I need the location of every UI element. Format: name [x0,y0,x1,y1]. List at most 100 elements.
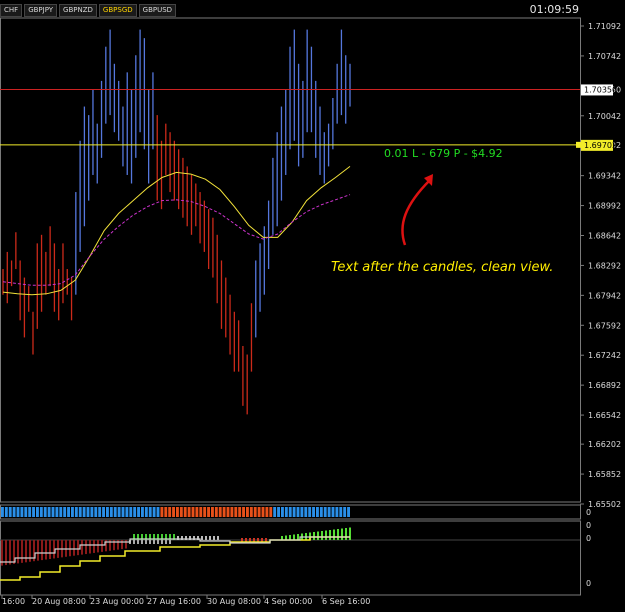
histogram-bar [325,530,327,540]
indicator-label: 0 [586,534,591,543]
trend-strip-cell [347,507,350,517]
trend-strip-cell [246,507,249,517]
histogram-bar [25,540,27,563]
histogram-bar [81,540,83,555]
trend-strip-cell [207,507,210,517]
trend-strip-cell [86,507,90,517]
trend-strip-cell [4,507,8,517]
symbol-tab-gbpusd[interactable]: GBPUSD [138,4,177,17]
symbol-tab-gbpjpy[interactable]: GBPJPY [24,4,58,17]
histogram-bar [137,540,139,544]
trend-strip-cell [187,507,191,517]
trend-strip-cell [109,507,113,517]
trend-strip-cell [47,507,51,517]
trend-strip-cell [20,507,24,517]
histogram-bar [341,528,343,540]
trend-strip-cell [71,507,74,517]
trend-strip-cell [133,507,137,517]
trend-strip-cell [59,507,63,517]
trend-strip-cell [179,507,183,517]
annotation-text: Text after the candles, clean view. [331,260,553,275]
trend-strip-cell [63,507,67,517]
histogram-bar [85,540,87,555]
trend-strip-cell [312,507,315,517]
histogram-bar [209,536,211,540]
price-tick-label: 1.71092 [588,22,621,31]
histogram-bar [5,540,7,566]
price-tick-label: 1.69342 [588,172,621,181]
time-tick-label: 4 Sep 00:00 [264,597,312,606]
trend-strip-cell [234,507,238,517]
trend-strip-cell [106,507,109,517]
trend-strip-cell [67,507,70,517]
histogram-bar [161,540,163,544]
trend-strip-cell [36,507,39,517]
trend-strip-cell [164,507,168,517]
histogram-bar [205,536,207,540]
trend-strip-cell [226,507,230,517]
trend-strip-cell [230,507,234,517]
histogram-bar [69,540,71,557]
trend-strip-cell [292,507,296,517]
price-chart[interactable]: 1.71092 1.70742 1.70350 1.70042 1.69702 1.693… [0,0,625,612]
trend-strip-cell [94,507,98,517]
histogram-bar [97,540,99,553]
histogram-bar [321,531,323,540]
symbol-tab-gbpsgd[interactable]: GBPSGD [98,4,137,17]
histogram-bar [213,536,215,540]
histogram-bar [337,529,339,540]
trend-strip-cell [39,507,43,517]
trend-strip-cell [191,507,195,517]
indicator-label: 0 [586,521,591,530]
histogram-bar [329,530,331,540]
histogram-bar [145,540,147,544]
histogram-bar [157,540,159,544]
trend-strip-cell [199,507,203,517]
trend-strip-cell [265,507,269,517]
price-tick-label: 1.67592 [588,321,621,330]
indicator-label: 0 [586,579,591,588]
trend-strip-cell [218,507,222,517]
histogram-bar [317,531,319,540]
trend-strip-cell [51,507,55,517]
histogram-bar [201,536,203,540]
trend-strip-cell [319,507,323,517]
histogram-bar [93,540,95,553]
trend-strip-cell [277,507,280,517]
trend-strip-cell [203,507,207,517]
price-tick-label: 1.68642 [588,231,621,240]
histogram-bar [41,540,43,561]
symbol-tabs: CHF GBPJPY GBPNZD GBPSGD GBPUSD [0,4,177,17]
histogram-bar [121,540,123,550]
symbol-tab-gbpnzd[interactable]: GBPNZD [59,4,97,17]
trend-strip-cell [249,507,253,517]
trend-strip-cell [284,507,288,517]
trend-strip-cell [238,507,242,517]
time-tick-label: 27 Aug 16:00 [147,597,201,606]
trend-strip-cell [304,507,308,517]
price-tick-label: 1.66892 [588,381,621,390]
trend-strip-cell [300,507,304,517]
price-tick-label: 1.66202 [588,440,621,449]
time-tick-label: 23 Aug 00:00 [90,597,144,606]
symbol-tab-chf[interactable]: CHF [0,4,23,17]
trend-strip-cell [1,507,4,517]
time-tick-label: 6 Sep 16:00 [322,597,370,606]
trend-strip-cell [148,507,152,517]
trend-strip-cell [242,507,245,517]
histogram-bar [9,540,11,565]
histogram-bar [217,536,219,540]
trend-strip-cell [113,507,117,517]
trend-strip-cell [335,507,339,517]
histogram-bar [77,540,79,556]
trend-strip-cell [339,507,343,517]
histogram-bar [153,540,155,544]
trend-strip-cell [327,507,331,517]
histogram-bar [89,540,91,554]
price-tick-label: 1.70042 [588,112,621,121]
histogram-bar [73,540,75,556]
trend-strip-cell [156,507,160,517]
histogram-bar [345,528,347,540]
trend-strip-cell [144,507,148,517]
trend-strip-cell [331,507,335,517]
